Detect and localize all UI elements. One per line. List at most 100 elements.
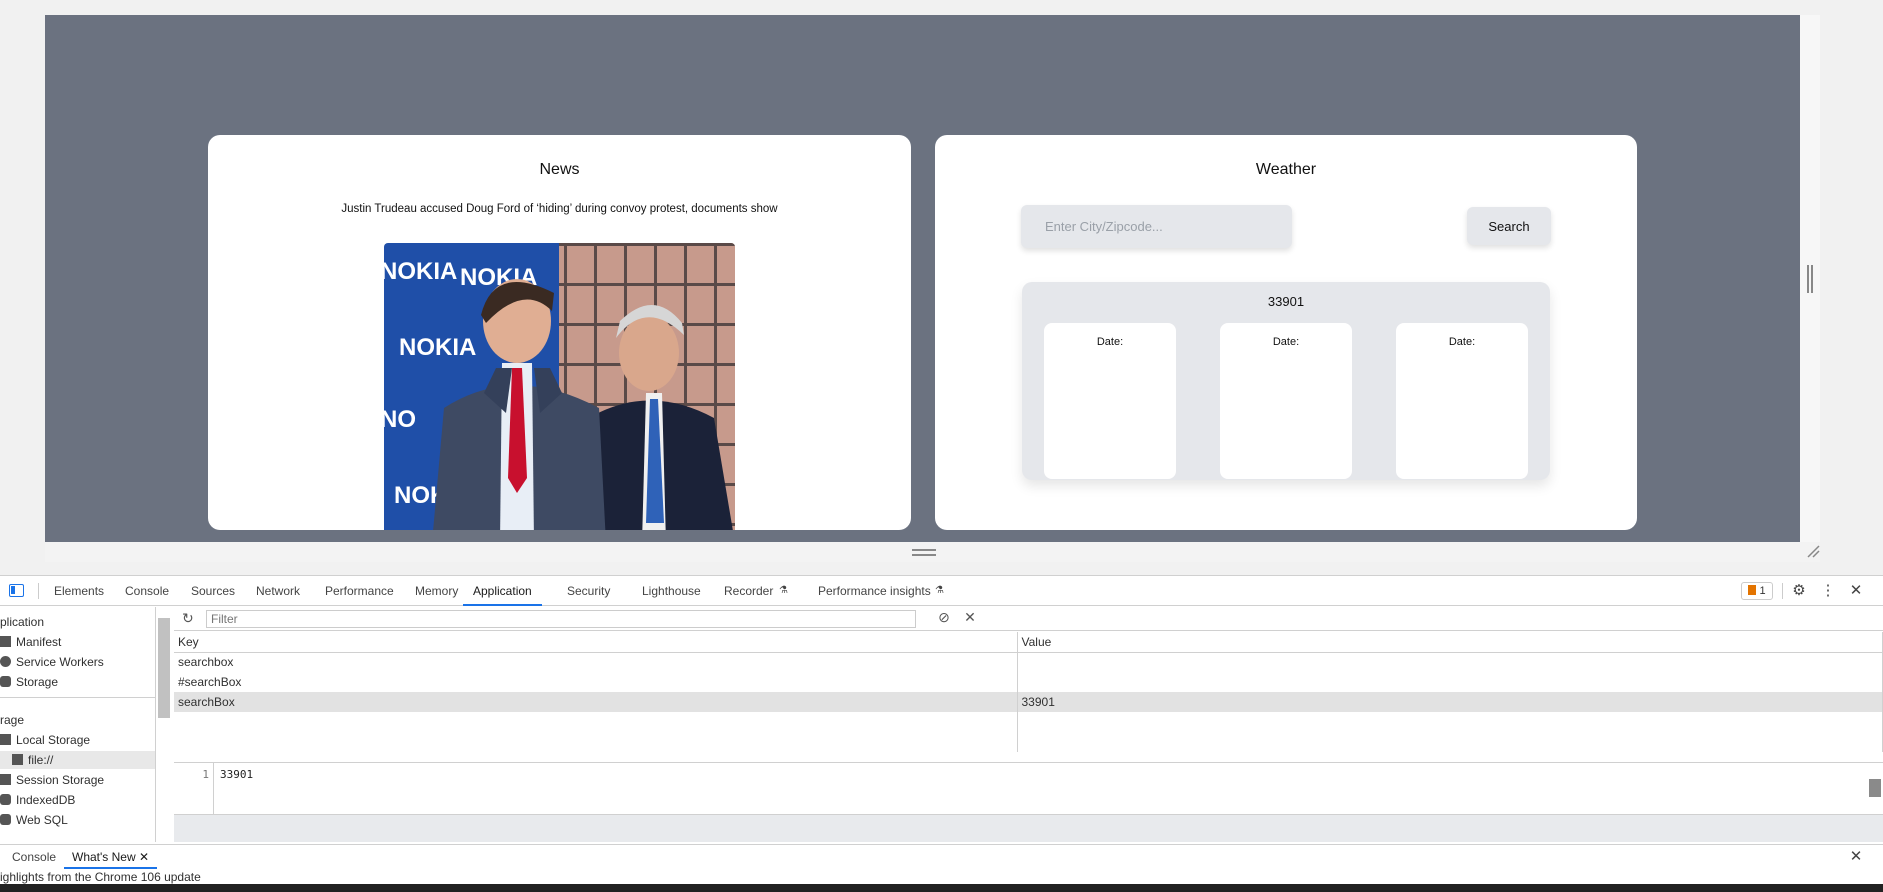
preview-scrollbar[interactable] — [1869, 779, 1881, 797]
tabbar-divider — [1782, 583, 1783, 599]
window-bottom-edge — [0, 884, 1883, 892]
page-frame: News Justin Trudeau accused Doug Ford of… — [45, 15, 1800, 542]
tab-sources[interactable]: Sources — [191, 576, 235, 606]
column-header-value[interactable]: Value — [1017, 632, 1883, 653]
empty-cell — [174, 712, 1018, 732]
banner-text-3: NOKIA — [399, 334, 476, 361]
tab-console[interactable]: Console — [125, 576, 169, 606]
tab-application[interactable]: Application — [463, 576, 542, 606]
filter-input[interactable] — [206, 610, 916, 628]
issues-badge[interactable]: 1 — [1741, 582, 1773, 600]
tab-lighthouse[interactable]: Lighthouse — [642, 576, 701, 606]
sidebar-header-storage: rage — [0, 713, 25, 727]
issues-count: 1 — [1759, 585, 1766, 597]
grid-icon — [0, 734, 11, 745]
column-header-key[interactable]: Key — [174, 632, 1018, 653]
drawer-tab-label: What's New — [72, 850, 136, 864]
value-preview-pane: 1 33901 — [174, 762, 1883, 815]
viewport-resize-handle-right[interactable] — [1807, 265, 1813, 293]
row-key[interactable]: #searchBox — [174, 672, 1018, 692]
table-row[interactable]: searchbox — [174, 652, 1883, 672]
close-icon[interactable]: ✕ — [1846, 581, 1866, 601]
day-date-label: Date: — [1448, 336, 1476, 348]
device-toolbar-icon[interactable] — [9, 584, 24, 597]
sidebar-item-file-origin[interactable]: file:// — [0, 751, 155, 769]
row-value[interactable]: 33901 — [1017, 692, 1883, 712]
issue-flag-icon — [1748, 585, 1757, 595]
tab-performance[interactable]: Performance — [325, 576, 394, 606]
drawer-tab-console[interactable]: Console — [12, 845, 56, 869]
table-row-empty — [174, 712, 1883, 732]
storage-main-pane: ↻ ⊘ ✕ Key Value searchbox #searchBox — [174, 607, 1883, 842]
sidebar-item-label: Service Workers — [16, 655, 104, 669]
forecast-day-card: Date: — [1220, 323, 1352, 479]
tab-recorder[interactable]: Recorder — [724, 576, 773, 606]
empty-cell — [1017, 732, 1883, 752]
document-icon — [0, 636, 11, 647]
storage-table: Key Value searchbox #searchBox searchBox… — [174, 632, 1883, 752]
tab-security[interactable]: Security — [567, 576, 610, 606]
refresh-icon[interactable]: ↻ — [182, 610, 194, 627]
drawer-tabbar: Console What's New ✕ ✕ — [0, 844, 1883, 869]
devtools-tabbar: Elements Console Sources Network Perform… — [0, 576, 1883, 606]
table-header-row: Key Value — [174, 632, 1883, 653]
forecast-panel: 33901 Date: Date: Date: — [1022, 282, 1550, 480]
sidebar-divider — [0, 697, 155, 698]
preview-footer — [174, 814, 1883, 842]
storage-toolbar: ↻ ⊘ ✕ — [174, 607, 1883, 631]
sidebar-item-session-storage[interactable]: Session Storage — [0, 771, 104, 789]
row-value[interactable] — [1017, 672, 1883, 692]
preview-value[interactable]: 33901 — [220, 768, 253, 781]
database-icon — [0, 676, 11, 687]
banner-text-4: NO — [384, 406, 416, 433]
flask-icon: ⚗ — [779, 585, 788, 596]
close-tab-icon[interactable]: ✕ — [139, 850, 149, 864]
tab-elements[interactable]: Elements — [54, 576, 104, 606]
sidebar-item-local-storage[interactable]: Local Storage — [0, 731, 90, 749]
news-title: News — [539, 161, 580, 178]
row-key[interactable]: searchbox — [174, 652, 1018, 672]
sidebar-item-indexeddb[interactable]: IndexedDB — [0, 791, 75, 809]
tab-performance-insights[interactable]: Performance insights — [818, 576, 931, 606]
news-photo: NOKIA NOKIA NOKIA NO NOKIA — [384, 243, 735, 530]
grid-icon — [0, 774, 11, 785]
clear-all-icon[interactable]: ⊘ — [936, 609, 952, 626]
search-button[interactable]: Search — [1467, 207, 1551, 245]
sidebar-item-label: Local Storage — [16, 733, 91, 747]
table-row[interactable]: #searchBox — [174, 672, 1883, 692]
database-icon — [0, 794, 11, 805]
city-search-input[interactable] — [1021, 205, 1292, 248]
sidebar-item-storage[interactable]: Storage — [0, 673, 58, 691]
empty-cell — [1017, 712, 1883, 732]
viewport-resize-handle-bottom[interactable] — [912, 549, 936, 556]
sidebar-item-manifest[interactable]: Manifest — [0, 633, 61, 651]
device-viewport: News Justin Trudeau accused Doug Ford of… — [0, 0, 1883, 575]
weather-card: Weather Search 33901 Date: Date: Date: — [935, 135, 1637, 530]
tab-network[interactable]: Network — [256, 576, 300, 606]
tab-memory[interactable]: Memory — [415, 576, 458, 606]
sidebar-header-application: plication — [0, 615, 45, 629]
sidebar-item-label: Web SQL — [16, 813, 68, 827]
row-value[interactable] — [1017, 652, 1883, 672]
line-number: 1 — [174, 763, 214, 815]
viewport-resize-corner-icon[interactable] — [1806, 544, 1820, 558]
table-row-empty — [174, 732, 1883, 752]
close-drawer-icon[interactable]: ✕ — [1846, 847, 1866, 867]
day-date-label: Date: — [1272, 336, 1300, 348]
table-row[interactable]: searchBox 33901 — [174, 692, 1883, 712]
banner-text-1: NOKIA — [384, 258, 457, 285]
forecast-day-card: Date: — [1044, 323, 1176, 479]
delete-selected-icon[interactable]: ✕ — [962, 609, 978, 626]
gear-icon[interactable]: ⚙ — [1789, 581, 1809, 601]
news-headline[interactable]: Justin Trudeau accused Doug Ford of ‘hid… — [208, 203, 911, 215]
sidebar-item-web-sql[interactable]: Web SQL — [0, 811, 68, 829]
forecast-location: 33901 — [1267, 294, 1305, 309]
sidebar-item-label: Session Storage — [16, 773, 105, 787]
sidebar-scrollbar[interactable] — [158, 618, 170, 718]
more-options-icon[interactable]: ⋮ — [1818, 581, 1838, 601]
sidebar-item-service-workers[interactable]: Service Workers — [0, 653, 104, 671]
database-icon — [0, 814, 11, 825]
news-photo-illustration: NOKIA NOKIA NOKIA NO NOKIA — [384, 243, 735, 530]
drawer-tab-whats-new[interactable]: What's New ✕ — [64, 845, 158, 869]
row-key[interactable]: searchBox — [174, 692, 1018, 712]
